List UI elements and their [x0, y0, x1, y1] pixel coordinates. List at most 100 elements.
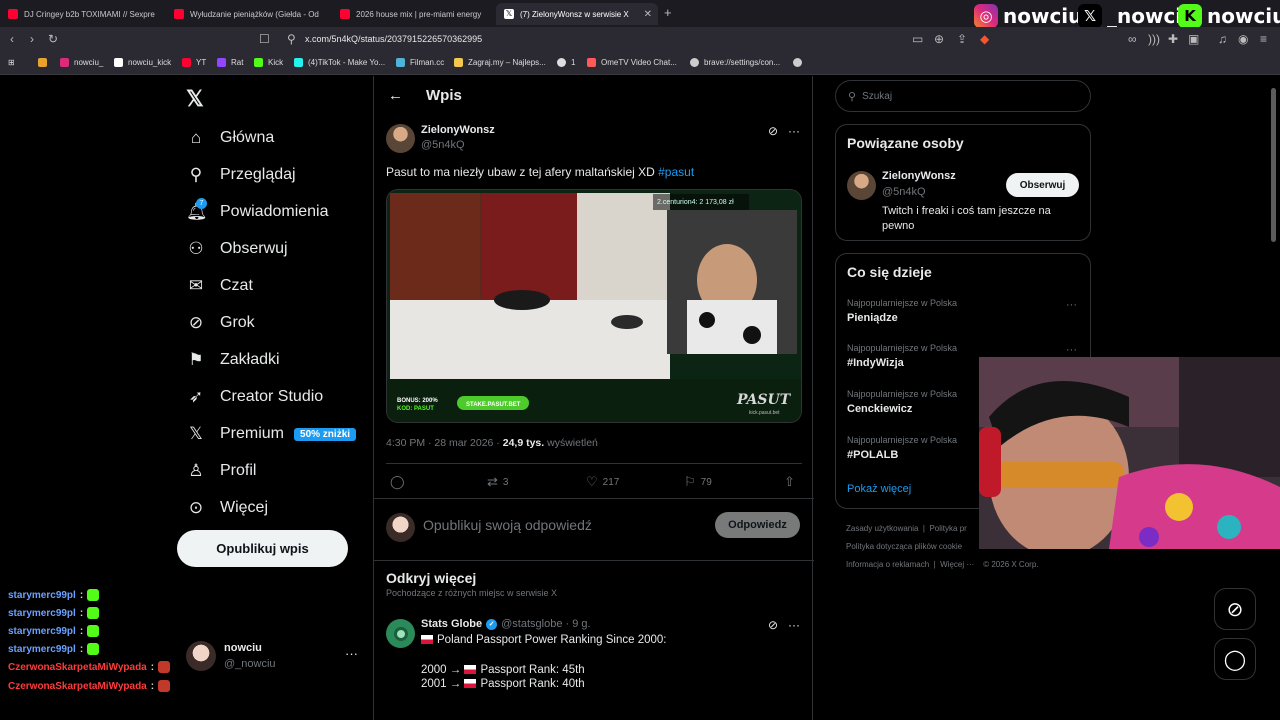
back-icon[interactable]: ‹: [10, 32, 14, 46]
reload-icon[interactable]: ↻: [48, 32, 58, 46]
follow-button[interactable]: Obserwuj: [1006, 173, 1079, 197]
reply-action[interactable]: ◯: [390, 474, 410, 490]
reply-avatar: [386, 513, 415, 542]
browser-tab[interactable]: Wyłudzanie pieniążków (Giełda - Od: [166, 3, 328, 25]
post-author-name[interactable]: ZielonyWonsz: [421, 124, 495, 136]
zoom-icon[interactable]: ⊕: [934, 32, 944, 46]
like-action[interactable]: ♡ 217: [586, 474, 619, 490]
nav-bookmarks[interactable]: ⚑ Zakładki: [186, 350, 279, 370]
bookmark-item[interactable]: nowciu_kick: [114, 58, 171, 67]
show-more-link[interactable]: Pokaż więcej: [847, 483, 911, 495]
post-hashtag[interactable]: #pasut: [658, 165, 694, 179]
bookmark-item[interactable]: YT: [182, 58, 206, 67]
bookmark-item[interactable]: (4)TikTok - Make Yo...: [294, 58, 385, 67]
nav-follow[interactable]: ⚇ Obserwuj: [186, 239, 287, 259]
bookmark-item[interactable]: [793, 58, 807, 67]
browser-tab[interactable]: 2026 house mix | pre-miami energy: [332, 3, 494, 25]
instagram-icon: ◎: [974, 4, 998, 28]
nav-premium[interactable]: 𝕏 Premium 50% zniżki: [186, 424, 357, 444]
related-title: Powiązane osoby: [847, 135, 964, 151]
footer-link[interactable]: Polityka dotycząca plików cookie: [846, 542, 962, 551]
chat-username: starymerc99pl: [8, 589, 76, 601]
post-button[interactable]: Opublikuj wpis: [177, 530, 348, 567]
footer-link[interactable]: Informacja o reklamach: [846, 560, 929, 569]
forward-icon[interactable]: ›: [30, 32, 34, 46]
apps-icon[interactable]: ⊞: [8, 58, 15, 67]
more-icon[interactable]: ···: [788, 124, 800, 138]
new-tab-icon[interactable]: +: [664, 5, 672, 20]
account-more-icon[interactable]: ···: [345, 646, 358, 661]
nav-creator-studio[interactable]: ➶ Creator Studio: [186, 387, 323, 407]
extensions-icon[interactable]: ✚: [1168, 32, 1178, 46]
bookmark-item[interactable]: Zagraj.my – Najleps...: [454, 58, 546, 67]
post-author-avatar[interactable]: [386, 124, 415, 153]
sidebar-icon[interactable]: ▣: [1188, 32, 1199, 46]
bookmark-item[interactable]: Filman.cc: [396, 58, 444, 67]
bookmark-item[interactable]: 1: [557, 58, 575, 67]
close-tab-icon[interactable]: ✕: [644, 9, 652, 20]
grok-floating-icon[interactable]: ⊘: [1214, 588, 1256, 630]
messages-floating-icon[interactable]: ◯: [1214, 638, 1256, 680]
bookmark-folder[interactable]: [38, 58, 52, 67]
grok-icon[interactable]: ⊘: [768, 618, 778, 632]
post-author-handle[interactable]: @5n4kQ: [421, 139, 465, 151]
menu-icon[interactable]: ≡: [1260, 32, 1267, 46]
reply-input[interactable]: Opublikuj swoją odpowiedź: [423, 517, 592, 533]
footer-link[interactable]: Polityka pr: [929, 524, 966, 533]
bookmark-item[interactable]: Rat: [217, 58, 243, 67]
bookmark-action[interactable]: ⚐ 79: [684, 474, 712, 490]
related-avatar[interactable]: [847, 171, 876, 200]
browser-tab[interactable]: DJ Cringey b2b TOXIMAMI // Sexpre: [0, 3, 162, 25]
poland-flag-icon: [421, 635, 433, 645]
bookmark-page-icon[interactable]: ☐: [259, 32, 270, 46]
nav-label: Główna: [220, 129, 275, 146]
suggested-post-avatar[interactable]: [386, 619, 415, 648]
bookmark-item[interactable]: Kick: [254, 58, 283, 67]
account-avatar[interactable]: [186, 641, 216, 671]
reply-button[interactable]: Odpowiedz: [715, 512, 800, 538]
post-time[interactable]: 4:30 PM · 28 mar 2026 ·: [386, 437, 503, 449]
cast-icon[interactable]: ▭: [912, 32, 923, 46]
trend-name[interactable]: Pieniądze: [847, 312, 898, 324]
page-scrollbar[interactable]: [1271, 88, 1276, 242]
related-name[interactable]: ZielonyWonsz: [882, 170, 956, 182]
share-icon[interactable]: ⇪: [957, 32, 967, 46]
wallet-icon[interactable]: ◉: [1238, 32, 1248, 46]
bookmark-item[interactable]: OmeTV Video Chat...: [587, 58, 677, 67]
trend-more-icon[interactable]: ···: [1066, 299, 1077, 311]
audio-icon[interactable]: ))): [1148, 32, 1160, 46]
trend-name[interactable]: #IndyWizja: [847, 357, 904, 369]
brave-shield-icon[interactable]: ◆: [980, 32, 989, 46]
repost-action[interactable]: ⇄ 3: [487, 474, 508, 490]
trend-name[interactable]: #POLALB: [847, 449, 898, 461]
address-bar[interactable]: x.com/5n4kQ/status/2037915226570362995: [305, 34, 482, 44]
nav-notifications[interactable]: 🔔︎ Powiadomienia: [186, 202, 329, 222]
vpn-icon[interactable]: ∞: [1128, 32, 1137, 46]
bookmark-item[interactable]: nowciu_: [60, 58, 103, 67]
back-arrow-icon[interactable]: ←: [388, 87, 403, 104]
nav-more[interactable]: ⊙ Więcej: [186, 498, 268, 518]
nav-chat[interactable]: ✉ Czat: [186, 276, 253, 296]
nav-profile[interactable]: ♙ Profil: [186, 461, 256, 481]
x-logo-icon: 𝕏: [1078, 4, 1102, 28]
footer-link[interactable]: Więcej ···: [940, 560, 974, 569]
nav-home[interactable]: ⌂ Główna: [186, 128, 274, 148]
music-icon[interactable]: ♫: [1218, 32, 1227, 46]
browser-tab-active[interactable]: 𝕏 (7) ZielonyWonsz w serwisie X ✕: [496, 3, 658, 25]
bookmark-item[interactable]: brave://settings/con...: [690, 58, 780, 67]
related-handle[interactable]: @5n4kQ: [882, 186, 926, 198]
nav-grok[interactable]: ⊘ Grok: [186, 313, 255, 333]
share-action[interactable]: ⇧: [784, 474, 800, 490]
suggested-post-author[interactable]: Stats Globe ✓ @statsglobe · 9 g.: [421, 618, 591, 630]
more-icon[interactable]: ···: [788, 618, 800, 632]
footer-link[interactable]: Zasady użytkowania: [846, 524, 918, 533]
search-input[interactable]: ⚲ Szukaj: [835, 80, 1091, 112]
site-settings-icon[interactable]: ⚲: [287, 32, 296, 46]
bookmark-label: 1: [571, 58, 576, 67]
trend-name[interactable]: Cenckiewicz: [847, 403, 912, 415]
grok-icon[interactable]: ⊘: [768, 124, 778, 138]
nav-explore[interactable]: ⚲ Przeglądaj: [186, 165, 296, 185]
trend-more-icon[interactable]: ···: [1066, 344, 1077, 356]
post-video[interactable]: 2.centurion4: 2 173,08 zł BONUS: 200% KO…: [386, 189, 802, 423]
x-logo-icon[interactable]: 𝕏: [186, 86, 204, 112]
